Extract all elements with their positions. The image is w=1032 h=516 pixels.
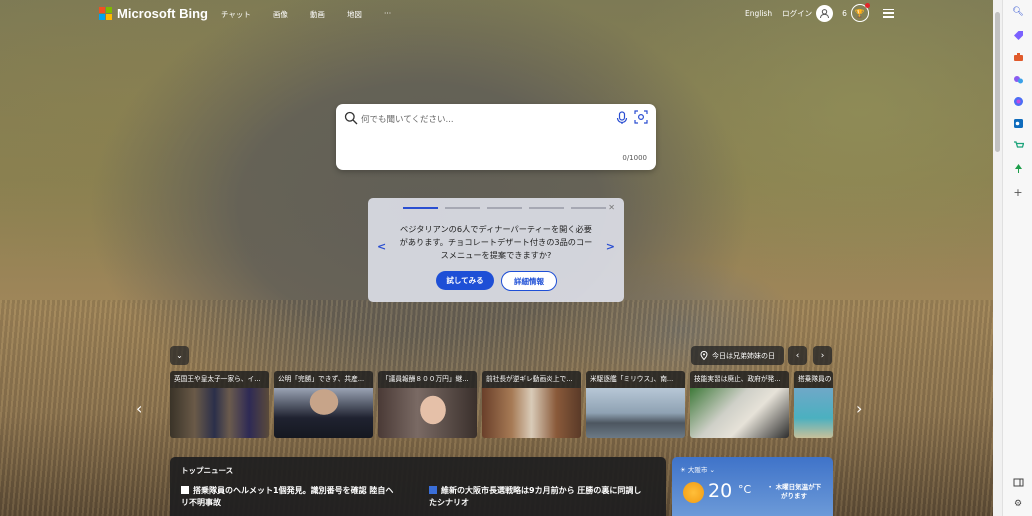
news-headline[interactable]: 維新の大阪市長選戦略は9カ月前から 圧勝の裏に同調したシナリオ: [429, 485, 649, 509]
news-tile-caption: 公明「完勝」できず、共産...: [274, 371, 373, 388]
character-counter: 0/1000: [622, 154, 647, 162]
chevron-left-icon: ‹: [795, 350, 800, 361]
search-icon[interactable]: 🔍︎: [1012, 6, 1024, 18]
news-tile-image: [690, 388, 789, 438]
strip-next-icon[interactable]: ›: [856, 399, 862, 418]
shopping-cart-icon[interactable]: [1012, 139, 1024, 151]
news-tile[interactable]: 公明「完勝」できず、共産...: [274, 371, 373, 438]
indicator[interactable]: [571, 207, 606, 209]
header-right: English ログイン 6 🏆: [745, 3, 894, 22]
games-icon[interactable]: [1012, 73, 1024, 85]
brand-name: Microsoft Bing: [117, 6, 208, 21]
weather-city[interactable]: ☀ 大阪市 ⌄: [680, 464, 715, 474]
search-box[interactable]: 何でも聞いてください... 0/1000: [336, 104, 656, 170]
chevron-right-icon: ›: [820, 350, 825, 361]
news-tile-caption: 英国王や皇太子一家ら、イ...: [170, 371, 269, 388]
news-tile-caption: 前社長が逆ギレ動画炎上で...: [482, 371, 581, 388]
news-tile-image: [586, 388, 685, 438]
microsoft-logo-icon: [99, 7, 112, 20]
scrollbar-thumb[interactable]: [995, 12, 1000, 152]
collapse-button[interactable]: ⌄: [170, 346, 189, 365]
news-tile[interactable]: 前社長が逆ギレ動画炎上で...: [482, 371, 581, 438]
news-tile-image: [482, 388, 581, 438]
news-headline-text: 搭乗隊員のヘルメット1個発見。識別番号を確認 陸自ヘリ不明事故: [181, 486, 394, 507]
news-tile-caption: 「議員報酬８００万円」継...: [378, 371, 477, 388]
indicator[interactable]: [445, 207, 480, 209]
suggestion-card: ✕ < > ベジタリアンの6人でディナーパーティーを開く必要があります。チョコレ…: [368, 198, 624, 302]
details-button[interactable]: 詳細情報: [501, 271, 557, 291]
news-tile[interactable]: 米駆逐艦「ミリウス」、南...: [586, 371, 685, 438]
tree-icon[interactable]: [1012, 162, 1024, 174]
nav-maps[interactable]: 地図: [347, 9, 362, 20]
copilot-icon[interactable]: [1012, 95, 1024, 107]
nav-chat[interactable]: チャット: [221, 9, 251, 20]
news-tile-image: [794, 388, 833, 438]
today-button[interactable]: 今日は兄弟姉妹の日: [691, 346, 784, 365]
bing-logo[interactable]: Microsoft Bing: [99, 6, 208, 21]
top-nav: チャット 画像 動画 地図 ···: [221, 9, 413, 20]
today-label: 今日は兄弟姉妹の日: [712, 351, 775, 360]
top-news-heading: トップニュース: [181, 466, 234, 475]
top-news-panel: トップニュース 搭乗隊員のヘルメット1個発見。識別番号を確認 陸自ヘリ不明事故 …: [170, 457, 666, 516]
chevron-left-icon[interactable]: <: [377, 240, 386, 253]
next-page-button[interactable]: ›: [813, 346, 832, 365]
nav-more[interactable]: ···: [384, 9, 391, 20]
news-headline-text: 維新の大阪市長選戦略は9カ月前から 圧勝の裏に同調したシナリオ: [429, 486, 642, 507]
news-tile-caption: 米駆逐艦「ミリウス」、南...: [586, 371, 685, 388]
news-tile-caption: 搭乗隊員の: [794, 371, 833, 388]
weather-alert[interactable]: ・ 木曜日気温が下がります: [766, 483, 822, 501]
tools-icon[interactable]: [1012, 51, 1024, 63]
news-tile[interactable]: 技能実習は廃止、政府が発...: [690, 371, 789, 438]
close-icon[interactable]: ✕: [608, 203, 615, 212]
carousel-indicators: [403, 207, 606, 209]
location-pin-icon: [700, 351, 708, 360]
menu-icon[interactable]: [882, 8, 894, 18]
browser-sidebar: 🔍︎ + ⚙: [1002, 0, 1032, 516]
search-input[interactable]: 何でも聞いてください...: [361, 113, 454, 125]
news-source-icon: [429, 486, 437, 494]
weather-card[interactable]: ☀ 大阪市 ⌄ 20 °C ・ 木曜日気温が下がります: [672, 457, 833, 516]
indicator[interactable]: [487, 207, 522, 209]
news-tile[interactable]: 英国王や皇太子一家ら、イ...: [170, 371, 269, 438]
visual-search-icon[interactable]: [634, 110, 648, 124]
weather-unit: °C: [738, 483, 752, 496]
microphone-icon[interactable]: [616, 111, 628, 125]
prev-page-button[interactable]: ‹: [788, 346, 807, 365]
sidebar-toggle-icon[interactable]: [1012, 476, 1024, 488]
try-button[interactable]: 試してみる: [436, 271, 494, 290]
news-tile-image: [274, 388, 373, 438]
avatar-icon[interactable]: [816, 4, 834, 22]
page-scrollbar[interactable]: [993, 0, 1002, 516]
login-link[interactable]: ログイン: [782, 8, 812, 19]
search-icon: [344, 111, 358, 125]
shopping-tag-icon[interactable]: [1012, 29, 1024, 41]
weather-temperature: 20: [708, 480, 733, 502]
nav-images[interactable]: 画像: [273, 9, 288, 20]
settings-gear-icon[interactable]: ⚙: [1012, 498, 1024, 510]
news-tile-image: [170, 388, 269, 438]
news-tile[interactable]: 「議員報酬８００万円」継...: [378, 371, 477, 438]
news-tile-caption: 技能実習は廃止、政府が発...: [690, 371, 789, 388]
nav-videos[interactable]: 動画: [310, 9, 325, 20]
rewards-trophy-icon[interactable]: 🏆: [850, 3, 870, 22]
strip-prev-icon[interactable]: ‹: [136, 399, 142, 418]
sun-icon: [683, 482, 704, 503]
language-link[interactable]: English: [745, 9, 772, 18]
news-tile-image: [378, 388, 477, 438]
chevron-down-icon: ⌄: [176, 351, 183, 360]
indicator[interactable]: [529, 207, 564, 209]
rewards-count[interactable]: 6: [842, 9, 847, 18]
weather-city-name: 大阪市: [687, 466, 708, 474]
news-headline[interactable]: 搭乗隊員のヘルメット1個発見。識別番号を確認 陸自ヘリ不明事故: [181, 485, 401, 509]
outlook-icon[interactable]: [1012, 117, 1024, 129]
suggestion-text: ベジタリアンの6人でディナーパーティーを開く必要があります。チョコレートデザート…: [399, 224, 593, 260]
indicator[interactable]: [403, 207, 438, 209]
news-source-icon: [181, 486, 189, 494]
news-tile[interactable]: 搭乗隊員の: [794, 371, 833, 438]
add-icon[interactable]: +: [1012, 186, 1024, 199]
chevron-right-icon[interactable]: >: [606, 240, 615, 253]
